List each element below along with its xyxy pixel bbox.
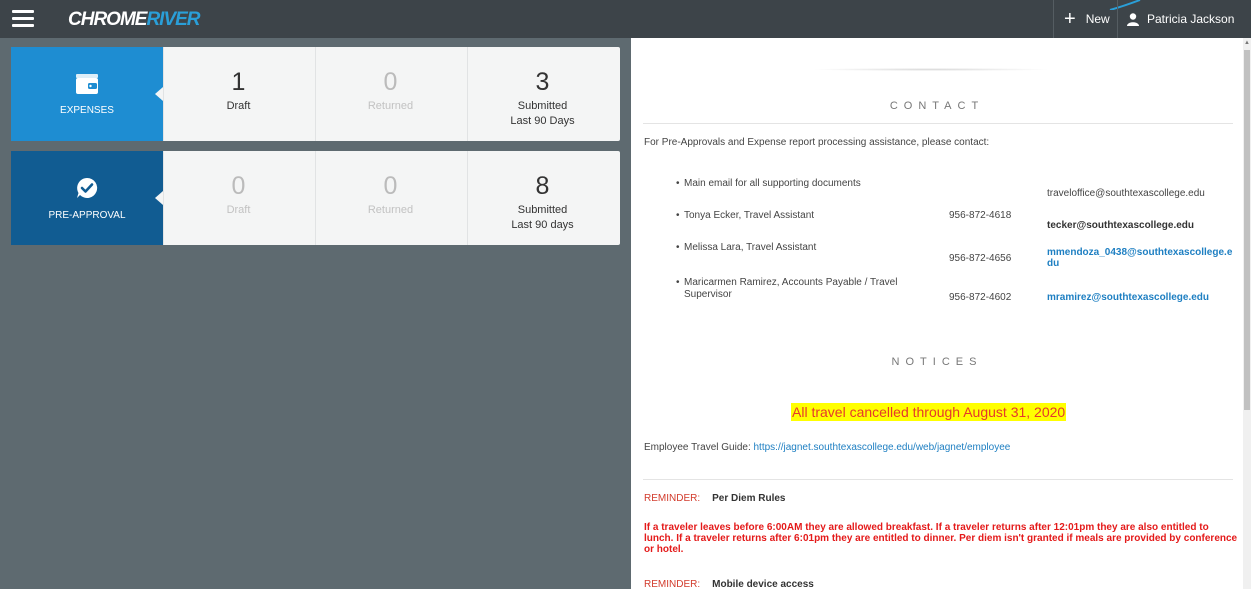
stat-value: 8: [535, 172, 550, 200]
contact-name: Main email for all supporting documents: [676, 178, 934, 190]
stat-value: 1: [231, 68, 246, 96]
expenses-returned-stat[interactable]: 0 Returned: [315, 47, 466, 141]
stat-caption: Submitted: [517, 204, 568, 216]
divider: [643, 123, 1233, 124]
top-bar: CHROMERIVER + New Patricia Jackson: [0, 0, 1251, 38]
contact-name: Maricarmen Ramirez, Accounts Payable / T…: [676, 277, 934, 301]
stat-caption: Submitted: [517, 100, 568, 112]
contact-phone: 956-872-4618: [949, 210, 1012, 221]
stat-value: 3: [535, 68, 550, 96]
contact-heading: CONTACT: [889, 100, 985, 112]
travel-guide-link[interactable]: https://jagnet.southtexascollege.edu/web…: [754, 442, 1011, 453]
reminder-per-diem: REMINDER: Per Diem Rules: [644, 493, 786, 504]
stat-caption: Returned: [367, 100, 414, 112]
divider: [643, 479, 1233, 480]
travel-guide-line: Employee Travel Guide: https://jagnet.so…: [644, 442, 1010, 453]
contact-name: Tonya Ecker, Travel Assistant: [676, 210, 934, 222]
scroll-up-icon[interactable]: ▲: [1244, 40, 1250, 46]
stat-value: 0: [383, 68, 398, 96]
pre-approval-tile[interactable]: PRE-APPROVAL: [11, 151, 163, 245]
plus-icon: +: [1064, 7, 1076, 30]
expenses-draft-stat[interactable]: 1 Draft: [163, 47, 314, 141]
stat-caption-period: Last 90 days: [511, 219, 574, 231]
stat-caption: Draft: [226, 204, 251, 216]
user-name: Patricia Jackson: [1147, 12, 1235, 26]
wallet-icon: [76, 73, 98, 94]
contact-phone: 956-872-4656: [949, 253, 1012, 264]
contact-email[interactable]: tecker@southtexascollege.edu: [1047, 220, 1237, 231]
scrollbar-thumb[interactable]: [1244, 50, 1250, 410]
user-menu-button[interactable]: Patricia Jackson: [1127, 0, 1234, 38]
chrome-river-logo[interactable]: CHROMERIVER: [68, 9, 201, 31]
panel-scrollbar[interactable]: ▲: [1243, 38, 1251, 589]
notices-heading: NOTICES: [891, 356, 983, 368]
stat-caption: Returned: [367, 204, 414, 216]
contact-email-link[interactable]: mmendoza_0438@southtexascollege.edu: [1047, 247, 1237, 269]
pre-approval-submitted-stat[interactable]: 8 Submitted Last 90 days: [467, 151, 618, 245]
contact-email-link[interactable]: mramirez@southtexascollege.edu: [1047, 292, 1237, 303]
tile-notch: [155, 191, 163, 205]
reminder-tag: REMINDER:: [644, 493, 701, 504]
expenses-title: EXPENSES: [60, 104, 114, 116]
logo-text-chrome: CHROME: [68, 9, 147, 30]
pre-approval-draft-stat[interactable]: 0 Draft: [163, 151, 314, 245]
expenses-submitted-stat[interactable]: 3 Submitted Last 90 Days: [467, 47, 618, 141]
info-panel: CONTACT For Pre-Approvals and Expense re…: [631, 38, 1243, 589]
user-icon: [1127, 12, 1139, 26]
contact-intro: For Pre-Approvals and Expense report pro…: [644, 137, 990, 148]
expenses-card: EXPENSES 1 Draft 0 Returned 3 Submitted Last…: [11, 47, 620, 141]
pre-approval-card: PRE-APPROVAL 0 Draft 0 Returned 8 Submitted…: [11, 151, 620, 245]
contact-name: Melissa Lara, Travel Assistant: [676, 242, 934, 254]
divider: [1117, 0, 1118, 38]
contact-email[interactable]: traveloffice@southtexascollege.edu: [1047, 188, 1237, 199]
menu-icon[interactable]: [12, 10, 34, 28]
new-button[interactable]: + New: [1064, 0, 1110, 38]
travel-guide-label: Employee Travel Guide:: [644, 442, 751, 453]
divider: [1053, 0, 1054, 38]
pre-approval-title: PRE-APPROVAL: [48, 209, 126, 221]
reminder-text: Mobile device access: [712, 579, 814, 589]
reminder-mobile-access: REMINDER: Mobile device access: [644, 579, 814, 589]
contact-phone: 956-872-4602: [949, 292, 1012, 303]
checkmark-bubble-icon: [77, 177, 98, 198]
stat-caption: Draft: [226, 100, 251, 112]
panel-top-shadow: [811, 68, 1051, 71]
reminder-tag: REMINDER:: [644, 579, 701, 589]
new-button-label: New: [1085, 12, 1110, 26]
per-diem-rule-text: If a traveler leaves before 6:00AM they …: [644, 522, 1238, 555]
stat-caption-period: Last 90 Days: [510, 115, 575, 127]
reminder-text: Per Diem Rules: [712, 493, 786, 504]
tile-notch: [155, 87, 163, 101]
stat-value: 0: [231, 172, 246, 200]
travel-cancelled-notice: All travel cancelled through August 31, …: [791, 403, 1067, 421]
stat-value: 0: [383, 172, 398, 200]
logo-text-river: RIVER: [146, 9, 200, 30]
pre-approval-returned-stat[interactable]: 0 Returned: [315, 151, 466, 245]
expenses-tile[interactable]: EXPENSES: [11, 47, 163, 141]
